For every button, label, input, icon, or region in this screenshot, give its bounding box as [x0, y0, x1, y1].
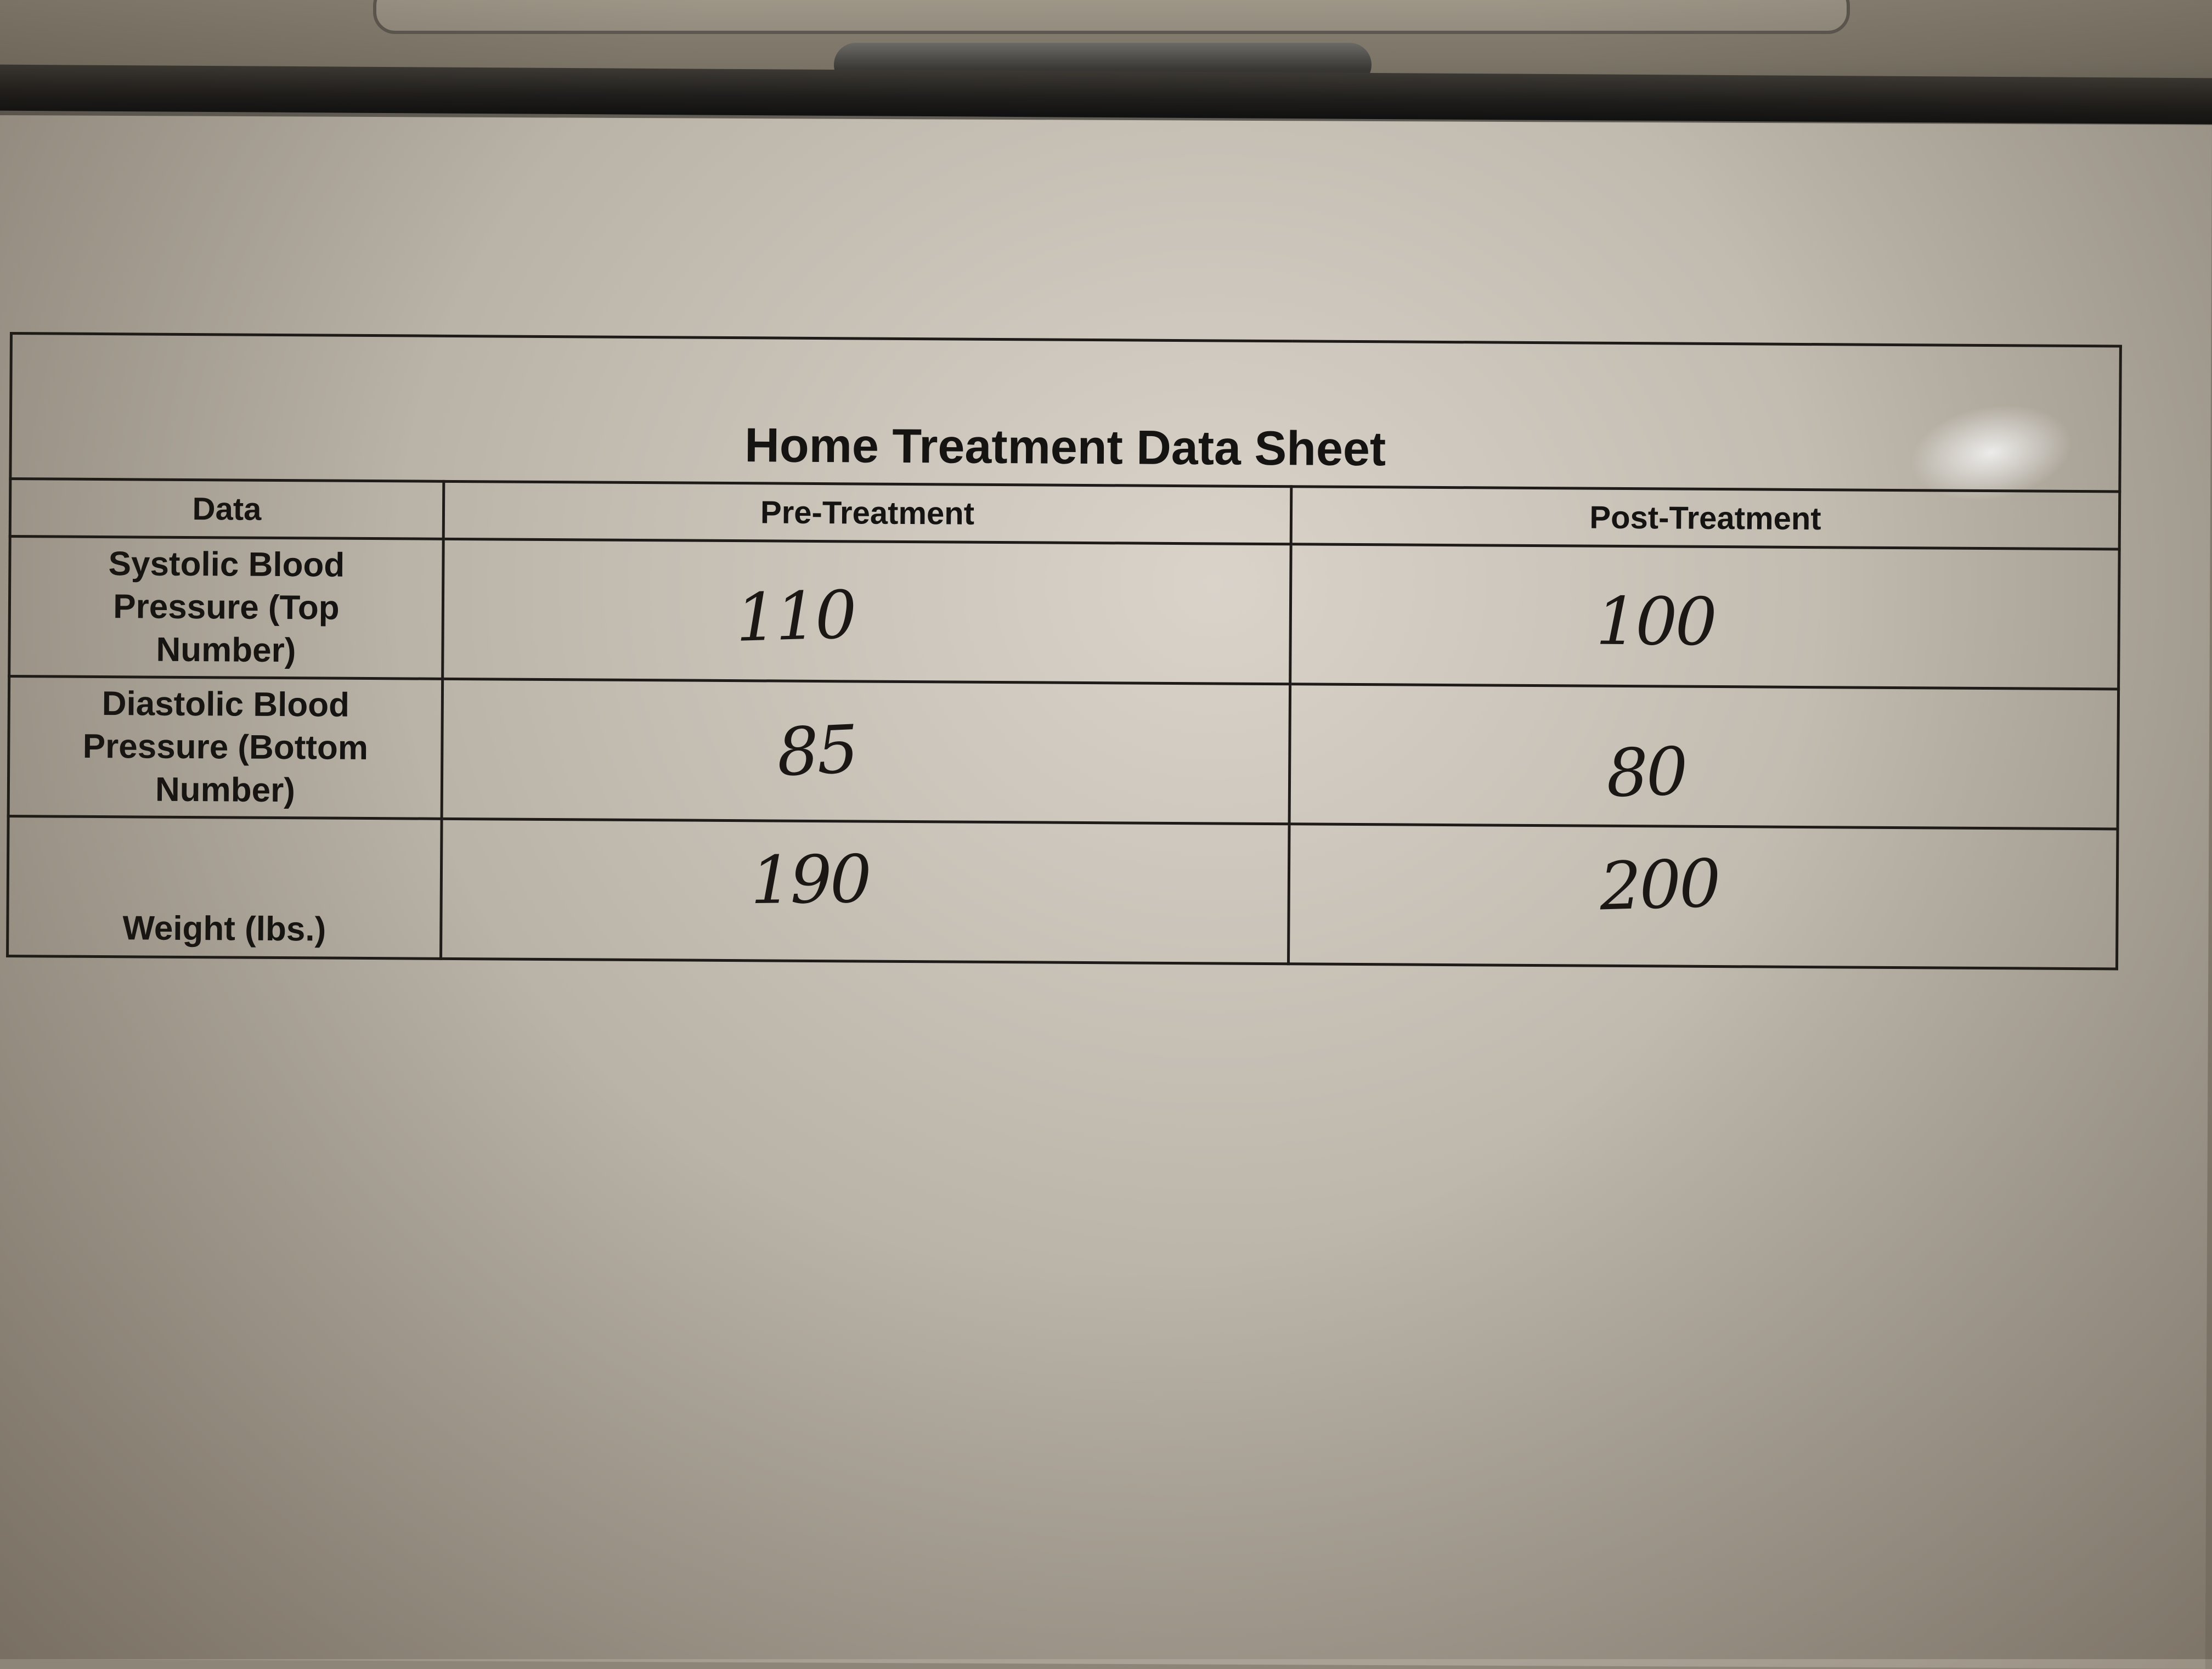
cell-weight-post: 200	[1288, 824, 2118, 969]
clipboard-rim	[373, 0, 1850, 34]
row-label-line: Pressure (Bottom	[82, 727, 369, 768]
handwritten-value: 190	[750, 841, 871, 919]
table-row-weight: Weight (lbs.) 190 200	[7, 816, 2118, 969]
row-label-line: Systolic Blood	[108, 545, 345, 584]
row-label-systolic: Systolic Blood Pressure (Top Number)	[9, 536, 444, 679]
header-post-treatment: Post-Treatment	[1291, 486, 2120, 549]
handwritten-value: 110	[735, 577, 856, 657]
handwritten-value: 200	[1598, 845, 1720, 925]
cell-systolic-post: 100	[1290, 544, 2120, 689]
sheet-title-cell: Home Treatment Data Sheet	[10, 333, 2121, 492]
header-data: Data	[10, 478, 444, 539]
cell-systolic-pre: 110	[442, 539, 1291, 684]
row-label-line: Diastolic Blood	[101, 685, 350, 724]
row-label-line: Pressure (Top	[113, 588, 340, 627]
cell-diastolic-post: 80	[1289, 684, 2119, 829]
sheet-title: Home Treatment Data Sheet	[744, 418, 1386, 476]
handwritten-value: 100	[1595, 583, 1716, 661]
row-label-line: Number)	[156, 630, 296, 670]
cell-weight-pre: 190	[441, 819, 1290, 964]
table-row-diastolic: Diastolic Blood Pressure (Bottom Number)…	[8, 676, 2119, 829]
cell-diastolic-pre: 85	[442, 679, 1290, 824]
data-sheet: Home Treatment Data Sheet Data Pre-Treat…	[6, 332, 2122, 970]
header-pre-treatment: Pre-Treatment	[443, 481, 1291, 544]
row-label-line: Weight (lbs.)	[122, 909, 326, 949]
row-label-diastolic: Diastolic Blood Pressure (Bottom Number)	[8, 676, 443, 819]
row-label-line: Number)	[155, 770, 296, 810]
row-label-weight: Weight (lbs.)	[7, 816, 442, 959]
treatment-data-table: Home Treatment Data Sheet Data Pre-Treat…	[6, 332, 2122, 970]
handwritten-value: 80	[1605, 733, 1687, 812]
table-row-systolic: Systolic Blood Pressure (Top Number) 110…	[9, 536, 2120, 689]
handwritten-value: 85	[775, 711, 858, 791]
title-row: Home Treatment Data Sheet	[10, 333, 2121, 492]
